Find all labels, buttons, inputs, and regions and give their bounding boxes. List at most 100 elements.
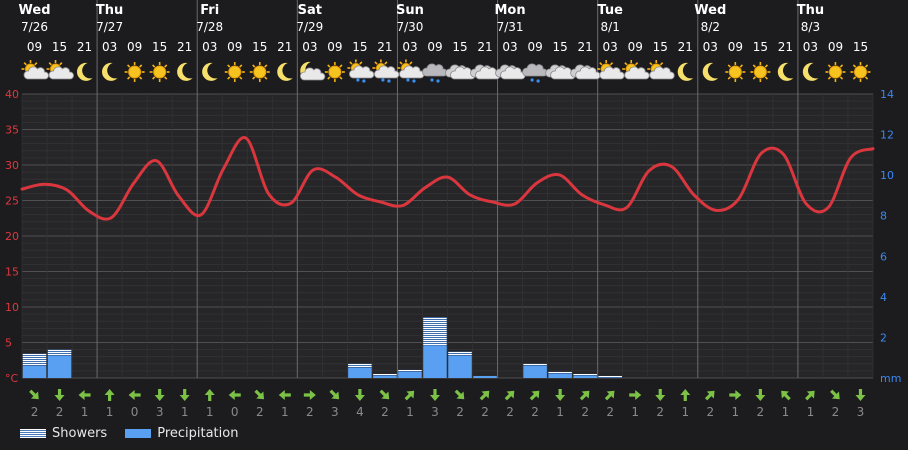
wind-arrow-icon (104, 389, 115, 401)
sun-icon (149, 62, 170, 82)
precipitation-tick-label: 8 (880, 210, 887, 223)
sun-ray (384, 61, 388, 65)
precipitation-bar (398, 371, 422, 378)
wind-arrow-shape (781, 390, 791, 401)
showers-bar (548, 371, 572, 374)
wind-arrow-icon (504, 390, 515, 401)
wind-arrow-shape (54, 389, 65, 401)
wind-speed: 1 (631, 405, 639, 419)
wind-speed: 1 (782, 405, 790, 419)
wind-arrow-shape (154, 389, 165, 401)
sun-ray (852, 76, 857, 80)
legend-precipitation-label: Precipitation (157, 426, 239, 441)
moon-icon (177, 62, 193, 81)
hour-label: 21 (277, 40, 292, 54)
rain-drop (530, 78, 534, 82)
sun-ray (409, 61, 413, 65)
day-date: 7/28 (196, 20, 223, 34)
wind-arrow-shape (855, 389, 866, 401)
wind-arrow-icon (204, 389, 215, 401)
wind-arrow-icon (179, 389, 190, 401)
wind-arrow-shape (579, 390, 590, 401)
wind-speed: 2 (31, 405, 39, 419)
wind-speed: 2 (606, 405, 614, 419)
wind-arrow-icon (655, 389, 666, 401)
wind-speed: 2 (757, 405, 765, 419)
sun-ray (764, 76, 769, 80)
wind-speed: 2 (256, 405, 264, 419)
temperature-tick-label: 35 (5, 124, 19, 137)
wind-speed: 4 (356, 405, 364, 419)
moon-shape (277, 62, 293, 81)
sun-ray (864, 76, 869, 80)
precipitation-axis: mm 2 4 6 8 10 12 14 (880, 88, 901, 385)
hour-label: 03 (703, 40, 718, 54)
wind-arrow-shape (755, 389, 766, 401)
hour-labels: 09 15 21 03 09 15 21 03 09 15 21 03 09 15 21 03 09 15 21 03… (27, 40, 868, 54)
sun-ray (139, 76, 143, 80)
precipitation-tick-label: mm (880, 372, 901, 385)
sun-icon (249, 62, 270, 82)
hour-label: 21 (477, 40, 492, 54)
sun-disc (828, 65, 842, 79)
sun-ray (727, 76, 731, 80)
wind-speed: 1 (556, 405, 564, 419)
wind-arrow-icon (54, 389, 65, 401)
rain-drop (406, 78, 410, 82)
wind-arrow-icon (228, 390, 241, 400)
hour-label: 09 (628, 40, 643, 54)
wind-arrow-icon (303, 390, 316, 400)
hour-label: 03 (402, 40, 417, 54)
sun-disc (253, 65, 267, 79)
wind-arrow-shape (379, 389, 390, 400)
sun-ray (764, 64, 769, 68)
wind-arrow-icon (479, 390, 490, 401)
wind-speed: 2 (656, 405, 664, 419)
rain-drop (356, 78, 360, 82)
hour-label: 09 (327, 40, 342, 54)
sun-shower-icon (397, 59, 425, 83)
sun-ray (839, 76, 844, 80)
partly-sunny-icon (647, 60, 675, 80)
day-name: Wed (19, 3, 51, 18)
moon-icon (802, 62, 819, 81)
wind-arrow-icon (254, 389, 265, 400)
day-name: Wed (694, 3, 726, 18)
precipitation-tick-label: 2 (880, 331, 887, 344)
sun-shower-icon (372, 59, 400, 83)
partly-sunny-icon (46, 60, 74, 80)
wind-speed: 2 (456, 405, 464, 419)
showers-swatch (20, 429, 46, 438)
precipitation-bar (448, 355, 472, 378)
temperature-tick-label: 40 (5, 88, 19, 101)
wind-speed: 0 (231, 405, 239, 419)
weather-icons (21, 59, 871, 83)
rain-drop (387, 79, 391, 83)
wind-arrow-shape (429, 389, 440, 401)
wind-arrow-icon (729, 390, 742, 400)
wind-speed: 2 (581, 405, 589, 419)
wind-speed: 2 (306, 405, 314, 419)
cloud-shape (422, 63, 448, 77)
hour-label: 03 (302, 40, 317, 54)
sun-ray (359, 61, 363, 65)
temperature-tick-label: 20 (5, 230, 19, 243)
moon-shape (76, 62, 93, 81)
moon-icon (702, 62, 719, 81)
rain-cloud-icon (422, 63, 448, 83)
showers-bar (348, 363, 372, 368)
sun-ray (739, 76, 743, 80)
legend-showers-label: Showers (52, 426, 108, 441)
wind-arrow-icon (429, 389, 440, 401)
showers-bar (598, 375, 622, 378)
hour-label: 09 (227, 40, 242, 54)
wind-speed: 1 (732, 405, 740, 419)
sun-ray (752, 76, 756, 80)
wind-speed: 0 (131, 405, 139, 419)
sun-ray (164, 64, 168, 68)
legend-showers: Showers (20, 426, 107, 441)
day-date: 8/1 (601, 20, 620, 34)
precipitation-bar (573, 375, 597, 378)
wind-arrow-shape (555, 389, 566, 401)
wind-arrow-icon (404, 390, 415, 401)
